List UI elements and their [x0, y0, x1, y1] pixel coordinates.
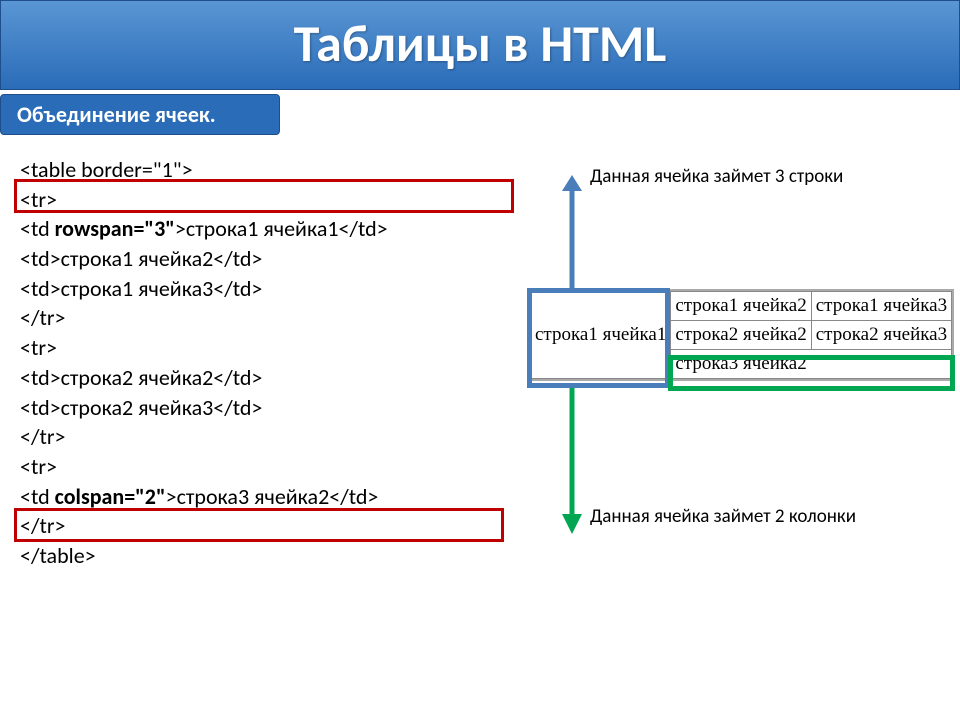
- table-cell: строка1 ячейка2: [671, 292, 811, 321]
- annotation-rowspan: Данная ячейка займет 3 строки: [590, 165, 870, 189]
- code-line: <td rowspan="3">строка1 ячейка1</td>: [20, 214, 940, 244]
- slide-subtitle: Объединение ячеек.: [0, 94, 280, 135]
- code-line: <td>строка1 ячейка2</td>: [20, 244, 940, 274]
- content-area: <table border="1"> <tr> <td rowspan="3">…: [0, 135, 960, 571]
- code-line: <tr>: [20, 185, 940, 215]
- slide-title: Таблицы в HTML: [0, 0, 960, 90]
- table-cell: строка2 ячейка2: [671, 321, 811, 350]
- code-line: </tr>: [20, 422, 940, 452]
- code-line: <td>строка2 ячейка3</td>: [20, 393, 940, 423]
- rendered-table: строка1 ячейка1 строка1 ячейка2 строка1 …: [530, 291, 952, 379]
- code-line: <tr>: [20, 452, 940, 482]
- table-cell: строка2 ячейка3: [811, 321, 951, 350]
- table-cell: строка3 ячейка2: [671, 350, 952, 379]
- annotation-colspan: Данная ячейка займет 2 колонки: [590, 505, 870, 529]
- table-cell: строка1 ячейка3: [811, 292, 951, 321]
- table-cell: строка1 ячейка1: [531, 292, 671, 379]
- code-line: </table>: [20, 541, 940, 571]
